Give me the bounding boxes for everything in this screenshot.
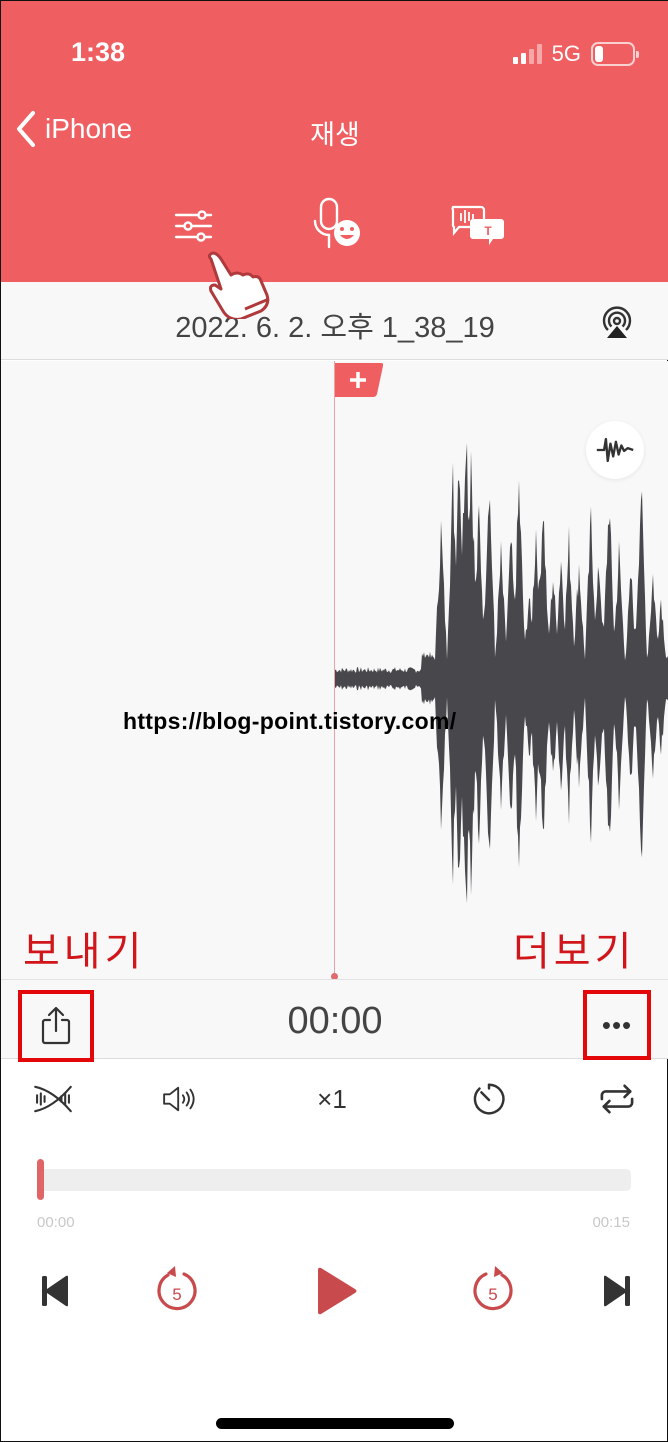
repeat-icon	[600, 1084, 634, 1114]
voice-emoji-icon	[313, 197, 360, 249]
recording-title-bar: 2022. 6. 2. 오후 1_38_19	[1, 282, 668, 360]
toolbar: T	[1, 197, 668, 261]
page-title: 재생	[310, 120, 360, 150]
previous-button[interactable]	[35, 1263, 75, 1319]
transport-controls: 5 5	[1, 1263, 668, 1319]
waveform-icon	[596, 437, 634, 463]
play-icon	[318, 1267, 357, 1315]
pointing-hand-icon	[207, 251, 270, 319]
elapsed-time: 00:00	[37, 1214, 75, 1231]
svg-text:5: 5	[172, 1285, 181, 1304]
next-button[interactable]	[597, 1263, 637, 1319]
waveform-area[interactable]: https://blog-point.tistory.com/ 보내기 더보기	[1, 361, 668, 979]
skip-forward-button[interactable]: 5	[467, 1263, 519, 1319]
playback-speed-button[interactable]: ×1	[310, 1079, 354, 1119]
status-time: 1:38	[71, 37, 126, 67]
network-type: 5G	[551, 41, 581, 66]
progress-track	[37, 1169, 631, 1191]
total-duration: 00:15	[592, 1214, 630, 1231]
svg-text:5: 5	[488, 1285, 497, 1304]
battery-icon	[591, 42, 639, 66]
home-indicator[interactable]	[216, 1418, 454, 1429]
waveform-shape	[335, 442, 668, 904]
speaker-icon	[163, 1086, 195, 1112]
svg-text:T: T	[484, 224, 492, 238]
transcribe-button[interactable]: T	[449, 201, 507, 257]
waveform-mode-button[interactable]	[586, 421, 644, 479]
annotation-more-label: 더보기	[513, 930, 636, 974]
skip-previous-icon	[42, 1275, 68, 1307]
recording-title: 2022. 6. 2. 오후 1_38_19	[175, 312, 495, 344]
repeat-button[interactable]	[595, 1079, 639, 1119]
more-button[interactable]: •••	[583, 990, 651, 1060]
playhead[interactable]	[334, 361, 335, 976]
speech-to-text-icon: T	[451, 205, 504, 245]
voice-effect-button[interactable]	[307, 197, 367, 257]
signal-icon	[512, 44, 542, 64]
noise-reduction-icon	[34, 1085, 72, 1113]
header: 1:38 5G iPhone 재생 T	[1, 1, 668, 282]
airplay-icon[interactable]	[599, 304, 635, 340]
progress-thumb[interactable]	[37, 1159, 44, 1200]
add-bookmark-button[interactable]	[335, 363, 383, 397]
skip-next-icon	[604, 1275, 630, 1307]
more-icon: •••	[601, 1009, 633, 1040]
annotation-share-label: 보내기	[23, 930, 146, 974]
play-button[interactable]	[311, 1263, 361, 1319]
current-time-display: 00:00	[287, 1000, 383, 1042]
status-indicators: 5G	[512, 41, 639, 67]
playback-options: ×1	[1, 1079, 668, 1119]
watermark-text: https://blog-point.tistory.com/	[123, 708, 457, 734]
rewind-5-icon: 5	[157, 1266, 197, 1311]
forward-5-icon: 5	[473, 1266, 513, 1311]
timer-button[interactable]	[467, 1079, 511, 1119]
timer-icon	[473, 1083, 505, 1115]
progress-slider[interactable]	[37, 1159, 631, 1200]
time-bar: 00:00 •••	[1, 979, 668, 1062]
skip-back-button[interactable]: 5	[151, 1263, 203, 1319]
noise-reduction-button[interactable]	[31, 1079, 75, 1119]
volume-button[interactable]	[159, 1079, 203, 1119]
